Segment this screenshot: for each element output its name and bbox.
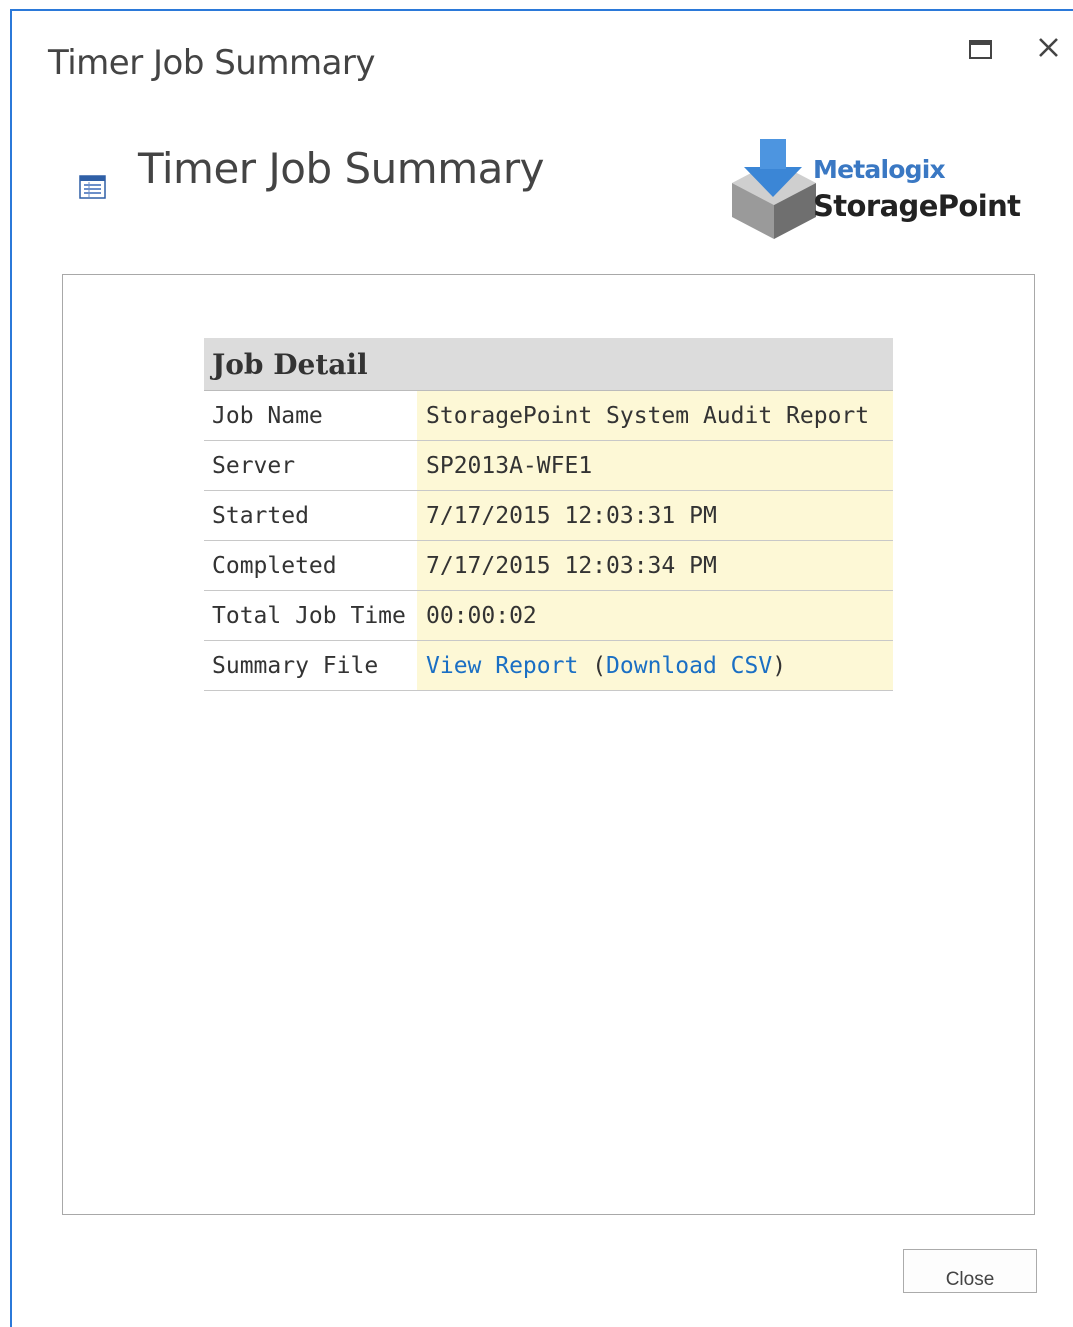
page-heading: Timer Job Summary [138, 144, 544, 193]
table-row: Job Name StoragePoint System Audit Repor… [204, 390, 893, 441]
table-row: Started 7/17/2015 12:03:31 PM [204, 490, 893, 541]
content-frame: Job Detail Job Name StoragePoint System … [62, 274, 1035, 1215]
server-label: Server [204, 440, 417, 491]
server-value: SP2013A-WFE1 [417, 440, 893, 491]
timer-job-summary-dialog: Timer Job Summary Timer Job Summary Meta… [10, 9, 1073, 1327]
summary-file-label: Summary File [204, 640, 417, 691]
total-job-time-label: Total Job Time [204, 590, 417, 641]
open-paren: ( [592, 652, 607, 679]
started-label: Started [204, 490, 417, 541]
started-value: 7/17/2015 12:03:31 PM [417, 490, 893, 541]
completed-value: 7/17/2015 12:03:34 PM [417, 540, 893, 591]
close-icon[interactable] [1036, 35, 1062, 61]
completed-label: Completed [204, 540, 417, 591]
table-row: Summary File View Report (Download CSV) [204, 640, 893, 691]
view-report-link[interactable]: View Report [426, 653, 578, 679]
summary-file-value: View Report (Download CSV) [417, 640, 893, 691]
table-row: Total Job Time 00:00:02 [204, 590, 893, 641]
job-detail-table: Job Detail Job Name StoragePoint System … [204, 338, 893, 691]
close-button[interactable]: Close [903, 1249, 1037, 1293]
brand-metalogix: Metalogix [813, 155, 946, 184]
download-csv-link[interactable]: Download CSV [606, 653, 772, 679]
job-name-label: Job Name [204, 390, 417, 441]
maximize-icon[interactable] [968, 39, 994, 61]
table-row: Server SP2013A-WFE1 [204, 440, 893, 491]
dialog-title: Timer Job Summary [48, 43, 376, 83]
close-paren: ) [772, 652, 787, 679]
total-job-time-value: 00:00:02 [417, 590, 893, 641]
job-name-value: StoragePoint System Audit Report [417, 390, 893, 441]
storagepoint-logo [732, 139, 816, 239]
list-page-icon [79, 175, 106, 199]
job-detail-header: Job Detail [204, 338, 893, 391]
brand-storagepoint: StoragePoint [813, 189, 1021, 223]
table-row: Completed 7/17/2015 12:03:34 PM [204, 540, 893, 591]
